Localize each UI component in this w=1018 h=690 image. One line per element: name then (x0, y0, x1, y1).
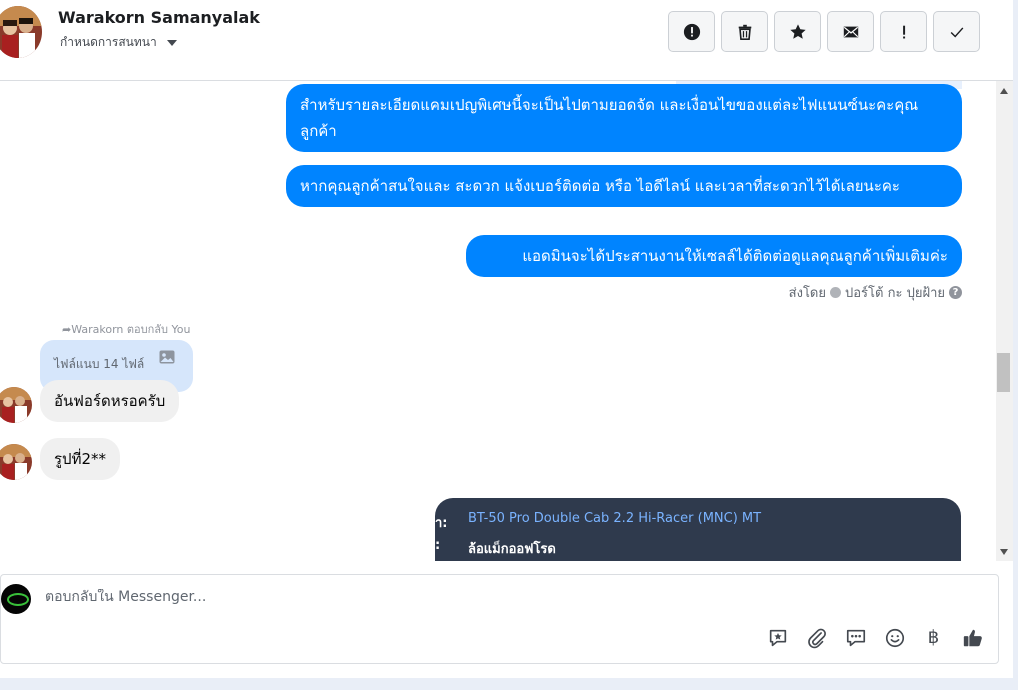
image-icon (159, 350, 175, 364)
scroll-down-arrow-icon[interactable] (1000, 549, 1008, 555)
conversation-settings-dropdown[interactable]: กำหนดการสนทนา (60, 33, 177, 52)
star-button[interactable] (774, 11, 821, 52)
reply-composer: ฿ (0, 574, 999, 664)
attachment-icon (807, 628, 826, 648)
message-thread[interactable]: สำหรับรายละเอียดแคมเปญพิเศษนี้จะเป็นไปตา… (0, 81, 996, 561)
alert-circle-icon (683, 23, 700, 40)
emoji-button[interactable] (882, 625, 907, 650)
quick-replies-button[interactable] (843, 625, 868, 650)
mark-unread-button[interactable] (827, 11, 874, 52)
saved-reply-button[interactable] (765, 625, 790, 650)
reply-context-label: ➦Warakorn ตอบกลับ You (62, 320, 190, 338)
attach-file-button[interactable] (804, 625, 829, 650)
thumbs-up-icon (963, 629, 982, 646)
sent-by-prefix: ส่งโดย (788, 286, 826, 301)
checkmark-icon (950, 26, 963, 38)
conversation-settings-label: กำหนดการสนทนา (60, 35, 157, 49)
vehicle-info-card[interactable]: า: BT-50 Pro Double Cab 2.2 Hi-Racer (MN… (435, 498, 961, 561)
header-actions (668, 11, 980, 52)
baht-icon: ฿ (927, 627, 940, 648)
emoji-icon (885, 628, 904, 647)
envelope-icon (843, 26, 858, 37)
window-bottom-edge (0, 678, 1018, 690)
thread-scrollbar[interactable] (996, 81, 1013, 561)
star-icon (789, 23, 806, 39)
contact-avatar[interactable] (0, 6, 42, 58)
card-label: : (435, 538, 441, 553)
composer-tools: ฿ (765, 625, 985, 650)
outgoing-message[interactable]: หากคุณลูกค้าสนใจและ สะดวก แจ้งเบอร์ติดต่… (286, 165, 962, 207)
important-button[interactable] (880, 11, 927, 52)
contact-name[interactable]: Warakorn Samanyalak (58, 8, 260, 27)
card-option-value: ล้อแม็กออฟโรด (468, 542, 556, 557)
attachment-count: ไฟล์แนบ 14 ไฟล์ (54, 357, 145, 371)
outgoing-message[interactable]: สำหรับรายละเอียดแคมเปญพิเศษนี้จะเป็นไปตา… (286, 84, 962, 152)
chat-bubbles-icon (846, 629, 865, 646)
outgoing-message[interactable]: แอดมินจะได้ประสานงานให้เซลล์ได้ติดต่อดูแ… (466, 235, 962, 277)
done-button[interactable] (933, 11, 980, 52)
reply-input[interactable] (45, 589, 945, 605)
scrollbar-thumb[interactable] (997, 353, 1010, 392)
like-button[interactable] (960, 625, 985, 650)
conversation-header: Warakorn Samanyalak กำหนดการสนทนา (0, 0, 1013, 81)
incoming-message[interactable]: รูปที่2** (40, 438, 121, 480)
sent-by-name: ปอร์โต้ กะ ปุยฝ้าย (845, 286, 945, 301)
caret-down-icon (166, 39, 177, 46)
page-logo-icon (7, 593, 29, 606)
payment-button[interactable]: ฿ (921, 625, 946, 650)
saved-reply-icon (769, 629, 786, 646)
page-avatar (1, 584, 31, 614)
exclamation-icon (902, 25, 905, 38)
verified-check-icon (830, 287, 841, 298)
incoming-message[interactable]: อันฟอร์ดหรอครับ (40, 380, 180, 422)
card-label: า: (435, 516, 448, 531)
inbox-app: Warakorn Samanyalak กำหนดการสนทนา สำหรับ… (0, 0, 1013, 678)
report-button[interactable] (668, 11, 715, 52)
card-model-value[interactable]: BT-50 Pro Double Cab 2.2 Hi-Racer (MNC) … (468, 511, 761, 526)
scroll-up-arrow-icon[interactable] (1000, 88, 1008, 94)
help-icon[interactable]: ? (949, 286, 962, 299)
reply-label-text: Warakorn ตอบกลับ You (71, 323, 191, 336)
reply-arrow-icon: ➦ (62, 323, 72, 336)
sent-by-info: ส่งโดย ปอร์โต้ กะ ปุยฝ้าย ? (789, 282, 962, 303)
delete-button[interactable] (721, 11, 768, 52)
contact-avatar-small[interactable] (0, 444, 32, 480)
contact-avatar-small[interactable] (0, 387, 32, 423)
trash-icon (738, 24, 751, 40)
